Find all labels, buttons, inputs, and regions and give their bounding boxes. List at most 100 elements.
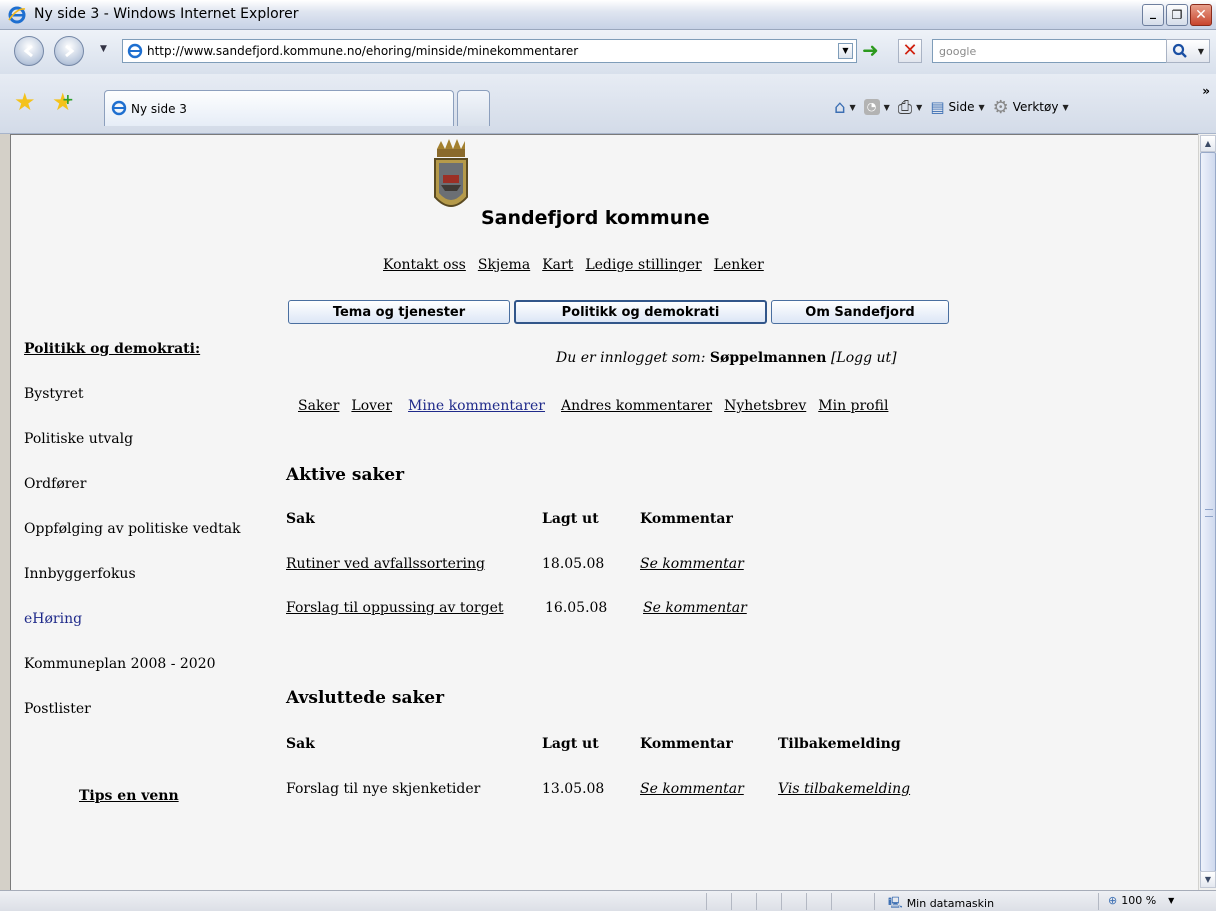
- case-link[interactable]: Forslag til oppussing av torget: [286, 600, 504, 616]
- search-button[interactable]: ▼: [1166, 39, 1210, 63]
- close-icon: ✕: [1195, 7, 1207, 23]
- subnav-saker[interactable]: Saker: [298, 398, 339, 414]
- sidebar-item-politiske-utvalg[interactable]: Politiske utvalg: [24, 431, 133, 447]
- window-title: Ny side 3 - Windows Internet Explorer: [34, 6, 299, 22]
- tools-menu-button[interactable]: ⚙ Verktøy ▼: [993, 97, 1069, 118]
- ie-page-icon: [127, 43, 143, 59]
- feeds-button[interactable]: ◔ ▼: [863, 99, 890, 115]
- scroll-down-icon[interactable]: ▼: [1200, 871, 1216, 888]
- login-prefix: Du er innlogget som:: [556, 350, 706, 366]
- see-comment-link[interactable]: Se kommentar: [640, 556, 744, 572]
- home-dropdown-icon: ▼: [849, 102, 856, 112]
- tab-toolbar: ★ ★ + Ny side 3 ⌂ ▼ ◔ ▼ ⎙ ▼ ▤ Side ▼ ⚙ Verktøy ▼…: [0, 74, 1216, 134]
- status-divider: [806, 893, 807, 910]
- go-arrow-icon[interactable]: ➜: [862, 40, 884, 62]
- case-link[interactable]: Rutiner ved avfallssortering: [286, 556, 485, 572]
- case-date: 18.05.08: [542, 556, 605, 572]
- zone-label: Min datamaskin: [906, 897, 995, 910]
- status-divider: [756, 893, 757, 910]
- column-header-sak: Sak: [286, 511, 315, 527]
- status-divider: [1098, 893, 1099, 910]
- sidebar-item-ehoring[interactable]: eHøring: [24, 611, 82, 627]
- favorites-center-icon[interactable]: ★: [14, 90, 36, 114]
- forward-button[interactable]: [54, 36, 84, 66]
- search-input[interactable]: google: [932, 39, 1190, 63]
- nav-label: Politikk og demokrati: [561, 304, 720, 320]
- address-dropdown-icon[interactable]: ▼: [838, 43, 853, 59]
- column-header-kommentar: Kommentar: [640, 511, 733, 527]
- sidebar-item-innbyggerfokus[interactable]: Innbyggerfokus: [24, 566, 136, 582]
- link-kontakt-oss[interactable]: Kontakt oss: [383, 257, 466, 273]
- add-favorite-icon[interactable]: ★ +: [52, 90, 74, 114]
- scroll-up-icon[interactable]: ▲: [1200, 135, 1216, 152]
- chevron-more-icon[interactable]: »: [1202, 84, 1210, 98]
- tools-dropdown-icon: ▼: [1062, 102, 1069, 112]
- case-date: 16.05.08: [545, 600, 608, 616]
- address-input[interactable]: http://www.sandefjord.kommune.no/ehoring…: [122, 39, 857, 63]
- view-feedback-link[interactable]: Vis tilbakemelding: [778, 781, 910, 797]
- back-button[interactable]: [14, 36, 44, 66]
- feeds-dropdown-icon: ▼: [883, 102, 890, 112]
- sidebar-item-ordforer[interactable]: Ordfører: [24, 476, 86, 492]
- tools-menu-label: Verktøy: [1012, 100, 1059, 114]
- close-button[interactable]: ✕: [1190, 4, 1212, 26]
- gear-icon: ⚙: [992, 96, 1009, 118]
- page-menu-button[interactable]: ▤ Side ▼: [930, 98, 984, 116]
- status-divider: [874, 893, 875, 910]
- maximize-button[interactable]: ❐: [1166, 4, 1188, 26]
- sub-navigation: Saker Lover Mine kommentarer Andres komm…: [298, 398, 888, 414]
- tab-ny-side-3[interactable]: Ny side 3: [104, 90, 454, 126]
- sidebar-item-oppfolging[interactable]: Oppfølging av politiske vedtak: [24, 521, 241, 537]
- nav-politikk-og-demokrati[interactable]: Politikk og demokrati: [514, 300, 767, 324]
- search-icon: [1172, 43, 1187, 58]
- vertical-scrollbar[interactable]: ▲ ▼: [1198, 134, 1216, 890]
- status-divider: [781, 893, 782, 910]
- link-skjema[interactable]: Skjema: [478, 257, 530, 273]
- main-navigation: Tema og tjenester Politikk og demokrati …: [288, 300, 949, 324]
- nav-tema-og-tjenester[interactable]: Tema og tjenester: [288, 300, 510, 324]
- link-kart[interactable]: Kart: [542, 257, 573, 273]
- tips-en-venn-link[interactable]: Tips en venn: [79, 788, 179, 804]
- page-icon: ▤: [930, 98, 945, 116]
- status-divider: [731, 893, 732, 910]
- subnav-lover[interactable]: Lover: [351, 398, 392, 414]
- sidebar-heading[interactable]: Politikk og demokrati:: [24, 341, 200, 357]
- rss-feed-icon: ◔: [863, 99, 880, 115]
- logout-link[interactable]: [Logg ut]: [831, 350, 897, 366]
- subnav-nyhetsbrev[interactable]: Nyhetsbrev: [724, 398, 806, 414]
- top-links: Kontakt oss Skjema Kart Ledige stillinge…: [383, 257, 764, 273]
- column-header-lagt-ut: Lagt ut: [542, 736, 599, 752]
- nav-label: Om Sandefjord: [805, 304, 915, 320]
- tab-label: Ny side 3: [131, 101, 187, 116]
- scrollbar-thumb[interactable]: [1200, 152, 1216, 872]
- sidebar-item-kommuneplan[interactable]: Kommuneplan 2008 - 2020: [24, 656, 216, 672]
- status-divider: [831, 893, 832, 910]
- search-dropdown-icon: ▼: [1197, 46, 1205, 56]
- subnav-mine-kommentarer[interactable]: Mine kommentarer: [408, 398, 545, 414]
- sidebar-item-bystyret[interactable]: Bystyret: [24, 386, 84, 402]
- active-cases-heading: Aktive saker: [286, 465, 405, 485]
- print-button[interactable]: ⎙ ▼: [898, 97, 923, 118]
- subnav-andres-kommentarer[interactable]: Andres kommentarer: [561, 398, 712, 414]
- see-comment-link[interactable]: Se kommentar: [640, 781, 744, 797]
- stop-icon[interactable]: ✕: [898, 39, 922, 63]
- security-zone: 🖳 Min datamaskin: [888, 894, 994, 911]
- new-tab-button[interactable]: [457, 90, 490, 126]
- home-button[interactable]: ⌂ ▼: [834, 97, 856, 118]
- sidebar-item-postlister[interactable]: Postlister: [24, 701, 91, 717]
- see-comment-link[interactable]: Se kommentar: [643, 600, 747, 616]
- recent-pages-dropdown-icon[interactable]: ▼: [100, 44, 110, 58]
- minimize-button[interactable]: _: [1142, 4, 1164, 26]
- link-ledige-stillinger[interactable]: Ledige stillinger: [585, 257, 701, 273]
- page-content: Sandefjord kommune Kontakt oss Skjema Ka…: [11, 135, 1198, 890]
- address-url: http://www.sandefjord.kommune.no/ehoring…: [147, 44, 579, 58]
- subnav-min-profil[interactable]: Min profil: [818, 398, 888, 414]
- zoom-control[interactable]: ⊕ 100 % ▼: [1108, 894, 1174, 907]
- closed-case-title: Forslag til nye skjenketider: [286, 781, 481, 797]
- status-divider: [706, 893, 707, 910]
- zoom-dropdown-icon: ▼: [1168, 896, 1175, 905]
- internet-explorer-icon: [8, 6, 26, 24]
- column-header-sak: Sak: [286, 736, 315, 752]
- nav-om-sandefjord[interactable]: Om Sandefjord: [771, 300, 949, 324]
- link-lenker[interactable]: Lenker: [714, 257, 764, 273]
